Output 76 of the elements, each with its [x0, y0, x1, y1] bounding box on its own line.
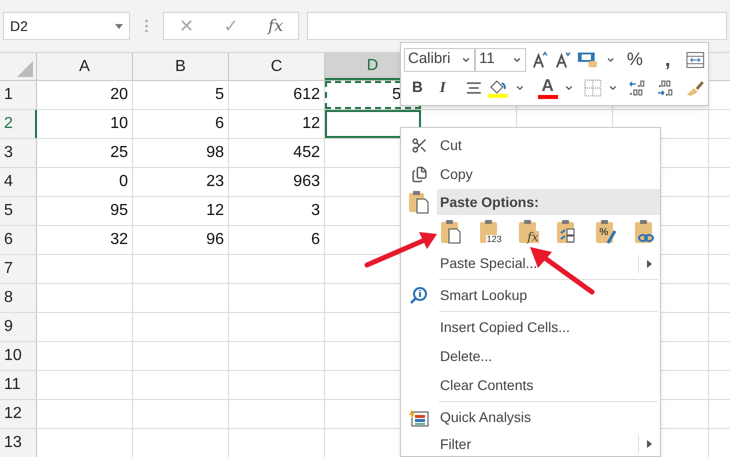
menu-item[interactable]: Copy	[401, 160, 660, 189]
menu-item[interactable]: Paste Special...	[401, 249, 660, 278]
cell-value: 6	[311, 230, 320, 250]
row-header[interactable]: 2	[0, 110, 37, 138]
cell-value: 96	[206, 230, 224, 250]
cell-value: 612	[293, 85, 320, 105]
row-header[interactable]: 12	[0, 400, 37, 428]
paste-formulas-button[interactable]: fx	[514, 217, 544, 247]
paintbrush-icon[interactable]	[685, 79, 705, 98]
cell-value: 5	[392, 85, 402, 105]
row-header[interactable]: 10	[0, 342, 37, 370]
align-center-icon[interactable]	[466, 81, 482, 96]
grip-icon	[145, 19, 148, 33]
cell-value: 963	[293, 172, 320, 192]
comma-button[interactable]: ,	[664, 50, 670, 70]
menu-item[interactable]: Delete...	[401, 342, 660, 371]
font-color-button[interactable]: A	[536, 77, 558, 100]
percent-button[interactable]: %	[626, 46, 643, 73]
menu-item[interactable]: Smart Lookup	[401, 281, 660, 310]
corner-triangle-icon	[17, 61, 33, 77]
menu-item[interactable]: Quick Analysis	[401, 403, 660, 432]
cell-value: 452	[293, 143, 320, 163]
cell-value: 5	[215, 85, 224, 105]
row-header[interactable]: 5	[0, 197, 37, 225]
quick-analysis-icon	[409, 408, 429, 426]
decrease-font-size-icon[interactable]	[554, 50, 572, 68]
fill-color-icon[interactable]	[487, 78, 509, 98]
decrease-decimal-icon[interactable]	[628, 79, 646, 98]
copy-icon	[410, 166, 428, 183]
increase-font-size-icon[interactable]	[532, 50, 549, 68]
formula-field[interactable]	[307, 12, 727, 40]
wrap-icon[interactable]	[686, 50, 706, 68]
cell-value: 0	[119, 172, 128, 192]
row-header[interactable]: 1	[0, 81, 37, 109]
font-size-dropdown[interactable]: 11	[475, 48, 526, 72]
cell-value: 23	[206, 172, 224, 192]
cell-value: 12	[206, 201, 224, 221]
dropdown-caret-icon	[115, 24, 123, 28]
cell-value: 20	[110, 85, 128, 105]
row-header[interactable]: 13	[0, 429, 37, 457]
cell-value: 95	[110, 201, 128, 221]
cell-value: 3	[311, 201, 320, 221]
cell-value: 10	[110, 114, 128, 134]
row-header[interactable]: 6	[0, 226, 37, 254]
cell-value: 6	[215, 114, 224, 134]
font-dropdown[interactable]: Calibri	[404, 48, 476, 72]
row-header[interactable]: 8	[0, 284, 37, 312]
row-header[interactable]: 9	[0, 313, 37, 341]
cell-value: 12	[302, 114, 320, 134]
menu-item[interactable]: Cut	[401, 131, 660, 160]
name-box[interactable]: D2	[3, 12, 130, 40]
menu-item[interactable]: Clear Contents	[401, 371, 660, 400]
increase-decimal-icon[interactable]	[656, 79, 674, 98]
row-header[interactable]: 4	[0, 168, 37, 196]
submenu-arrow-icon	[647, 260, 652, 268]
paste-formatting-button[interactable]: %	[591, 217, 622, 247]
money-icon[interactable]	[577, 50, 600, 68]
menu-item[interactable]: Filter	[401, 432, 660, 456]
magnifier-icon	[410, 286, 428, 304]
row-header[interactable]: 7	[0, 255, 37, 283]
scissors-icon	[410, 137, 428, 154]
column-header[interactable]: B	[133, 53, 229, 80]
italic-button[interactable]: I	[440, 77, 456, 100]
cell-value: 98	[206, 143, 224, 163]
row-header[interactable]: 3	[0, 139, 37, 167]
menu-item[interactable]: Insert Copied Cells...	[401, 313, 660, 342]
cell-value: 25	[110, 143, 128, 163]
borders-icon[interactable]	[584, 79, 602, 98]
paste-values-button[interactable]: 123	[474, 217, 505, 247]
column-header[interactable]: A	[37, 53, 133, 80]
insert-function-button[interactable]: fx	[268, 14, 284, 38]
cell-value: 32	[110, 230, 128, 250]
row-header[interactable]: 11	[0, 371, 37, 399]
menu-section-header: Paste Options:	[437, 189, 660, 215]
clipboard-icon	[408, 190, 430, 214]
submenu-arrow-icon	[647, 440, 652, 448]
